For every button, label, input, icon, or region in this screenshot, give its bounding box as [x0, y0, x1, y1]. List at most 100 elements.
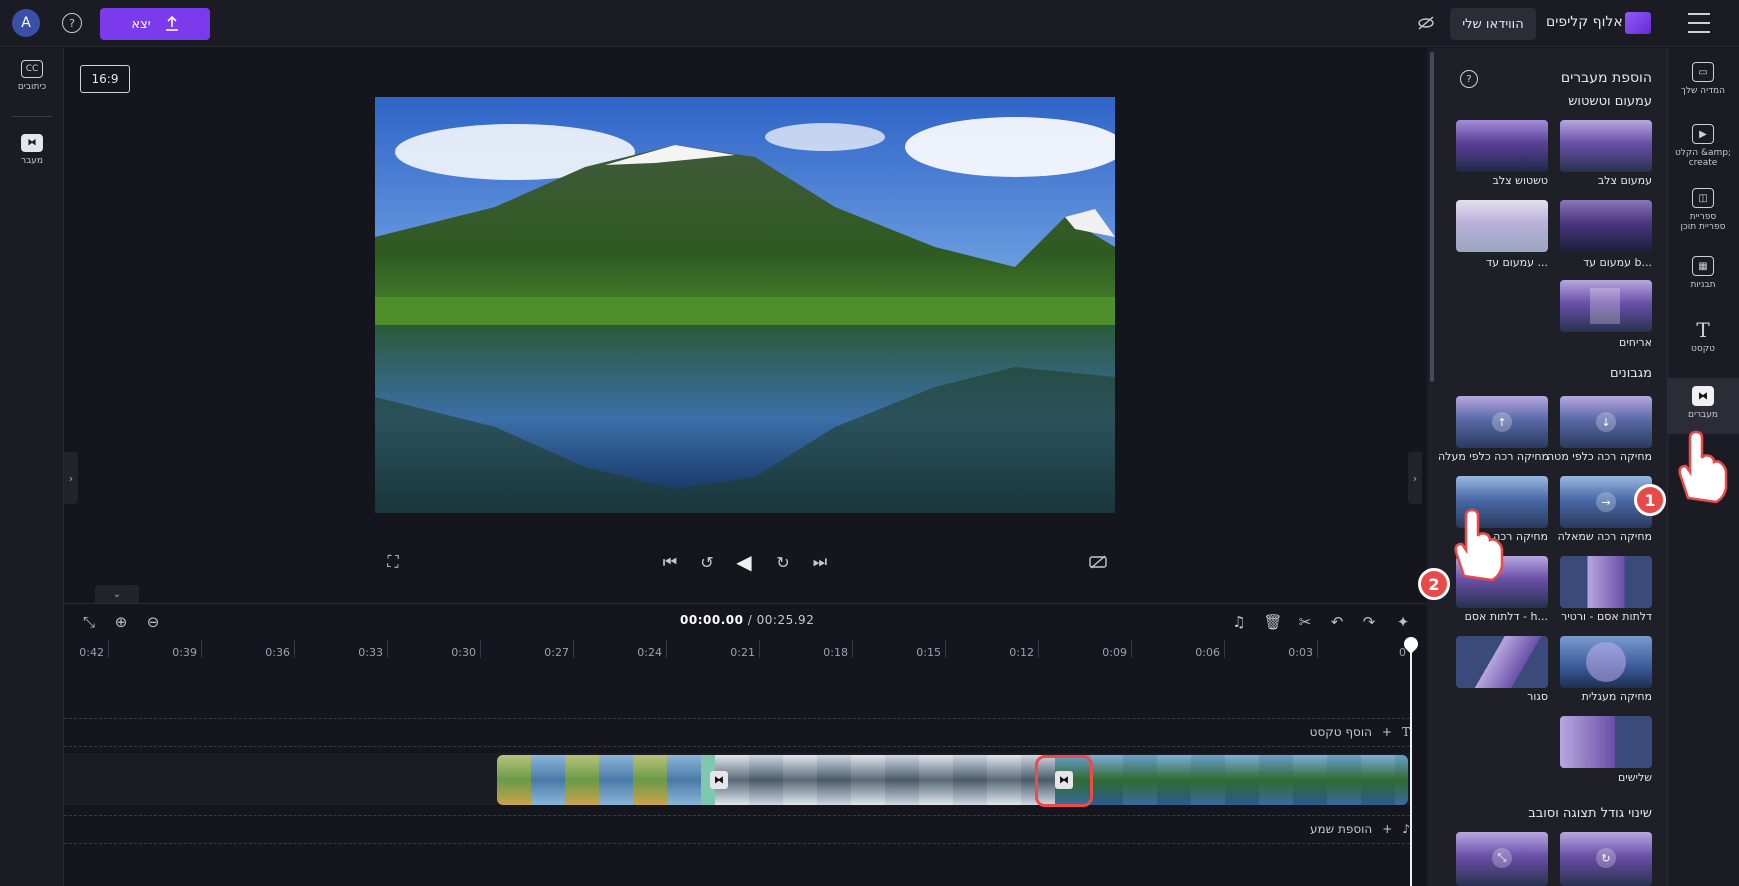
transition-icon: ⧓	[710, 771, 728, 789]
rewind-5s-icon[interactable]: ↺	[694, 549, 720, 575]
tile-label: מחיקה רכה כלפי מטה	[1547, 450, 1652, 463]
rail-item-transitions[interactable]: ⧓ מעברים	[1667, 386, 1739, 420]
captions-button[interactable]: CC כיתובים	[0, 60, 64, 92]
collapse-left-panel-button[interactable]: ›	[64, 452, 78, 504]
music-note-icon: ♪	[1402, 822, 1410, 836]
transition-tile[interactable]	[1456, 636, 1548, 688]
track-divider	[64, 746, 1410, 747]
playhead[interactable]	[1410, 640, 1412, 886]
fullscreen-icon[interactable]: ⛶	[380, 549, 406, 575]
ruler-label: 0:42	[79, 646, 104, 659]
transition-marker[interactable]: ⧓	[708, 755, 730, 805]
my-videos-button[interactable]: הווידאו שלי	[1450, 8, 1536, 40]
audio-track[interactable]: הוספת שמע + ♪	[64, 815, 1410, 843]
transition-tile[interactable]	[1560, 636, 1652, 688]
video-clip[interactable]	[1055, 755, 1408, 805]
video-clip[interactable]	[715, 755, 1055, 805]
transition-tile[interactable]: ↓	[1560, 396, 1652, 448]
ruler-label: 0:33	[358, 646, 383, 659]
video-clips[interactable]	[497, 755, 1408, 805]
collapse-timeline-button[interactable]: ⌄	[95, 585, 139, 603]
tile-label: מחיקה מעגלית	[1581, 690, 1652, 703]
eye-slash-icon[interactable]	[1415, 12, 1437, 34]
skip-to-start-icon[interactable]: ⏮	[657, 549, 683, 575]
ruler-label: 0:12	[1009, 646, 1034, 659]
camera-icon: ▶	[1692, 124, 1714, 144]
ruler-label: 0:36	[265, 646, 290, 659]
transition-icon: ⧓	[1692, 386, 1714, 406]
fit-timeline-icon[interactable]: ⤡	[78, 611, 100, 633]
help-icon[interactable]: ?	[1460, 70, 1478, 88]
rail-item-text[interactable]: T טקסט	[1667, 318, 1739, 354]
play-icon[interactable]: ◀	[731, 549, 757, 575]
transition-button[interactable]: ⧓ מעבר	[0, 134, 64, 166]
ruler-label: 0:39	[172, 646, 197, 659]
arrow-up-icon: ↑	[1492, 412, 1512, 432]
ruler-tick	[573, 640, 574, 658]
add-text-button[interactable]: הוסף טקסט + T	[1310, 718, 1410, 746]
video-preview	[375, 97, 1115, 513]
aspect-ratio-button[interactable]: 16:9	[80, 65, 130, 93]
detach-audio-icon[interactable]: ♫	[1228, 611, 1250, 633]
tile-label: עמעום עד ...	[1486, 256, 1548, 269]
transition-tile[interactable]	[1560, 120, 1652, 172]
add-audio-button[interactable]: הוספת שמע + ♪	[1310, 815, 1410, 843]
ruler-label: 0:09	[1102, 646, 1127, 659]
transition-tile[interactable]	[1456, 120, 1548, 172]
tile-label: טשטוש צלב	[1492, 174, 1548, 187]
rail-item-record[interactable]: ▶ הקלט &amp; create	[1667, 124, 1739, 168]
tile-label: דלתות אסם - ורטיר	[1561, 610, 1652, 623]
skip-to-end-icon[interactable]: ⏭	[807, 549, 833, 575]
ruler-tick	[480, 640, 481, 658]
transition-tile[interactable]	[1560, 200, 1652, 252]
time-readout: 00:00.00 / 00:25.92	[680, 613, 814, 627]
transition-tile[interactable]	[1560, 716, 1652, 768]
hamburger-menu-icon[interactable]	[1688, 13, 1710, 33]
left-rail	[0, 48, 64, 886]
ruler-tick	[1224, 640, 1225, 658]
magic-icon[interactable]: ✦	[1392, 611, 1414, 633]
timeline-ruler[interactable]: 0 0:03 0:06 0:09 0:12 0:15 0:18 0:21 0:24 0:27 0:3…	[64, 640, 1414, 670]
rail-item-my-media[interactable]: ▭ המדיה שלך	[1667, 62, 1739, 96]
ruler-label: 0:15	[916, 646, 941, 659]
ruler-label: 0:21	[730, 646, 755, 659]
transition-tile[interactable]: ↑	[1456, 396, 1548, 448]
rail-item-label: הקלט &amp; create	[1674, 148, 1732, 168]
scissors-icon[interactable]: ✂	[1294, 611, 1316, 633]
video-clip[interactable]	[497, 755, 715, 805]
transition-tile[interactable]: ↻	[1560, 832, 1652, 886]
transition-tile[interactable]	[1456, 200, 1548, 252]
text-track[interactable]: הוסף טקסט + T	[64, 718, 1410, 746]
tile-label: מחיקה רכה כלפי מעלה	[1438, 450, 1548, 463]
tile-label: מחיקה רכה שמאלה	[1557, 530, 1652, 543]
zoom-out-icon[interactable]: ⊖	[142, 611, 164, 633]
arrow-right-icon: →	[1596, 492, 1616, 512]
ruler-tick	[294, 640, 295, 658]
zoom-in-icon[interactable]: ⊕	[110, 611, 132, 633]
transition-tile[interactable]	[1560, 280, 1652, 332]
rail-item-content-library[interactable]: ◫ ספריית ספריית תוכן	[1667, 188, 1739, 232]
transition-tile[interactable]: ⤡	[1456, 832, 1548, 886]
delete-icon[interactable]: 🗑	[1262, 611, 1284, 633]
collapse-right-panel-button[interactable]: ›	[1408, 452, 1422, 504]
ruler-label: 0	[1399, 646, 1406, 659]
pointer-hand-icon	[1678, 430, 1728, 504]
landscape-image	[375, 97, 1115, 513]
pointer-hand-icon	[1454, 508, 1504, 582]
tile-label: דלתות אסם - h...	[1464, 610, 1548, 623]
forward-5s-icon[interactable]: ↻	[770, 549, 796, 575]
zoom-icon: ⤡	[1492, 848, 1512, 868]
undo-icon[interactable]: ↶	[1326, 611, 1348, 633]
avatar[interactable]: A	[12, 9, 40, 37]
ruler-tick	[1131, 640, 1132, 658]
hide-preview-icon[interactable]	[1085, 549, 1111, 575]
arrow-down-icon: ↓	[1596, 412, 1616, 432]
redo-icon[interactable]: ↷	[1358, 611, 1380, 633]
panel-scrollbar[interactable]	[1430, 52, 1434, 382]
rail-item-templates[interactable]: ▦ תבניות	[1667, 256, 1739, 290]
transition-tile[interactable]	[1560, 556, 1652, 608]
add-text-label: הוסף טקסט	[1309, 725, 1372, 739]
help-icon[interactable]: ?	[62, 13, 82, 33]
export-button[interactable]: יצא	[100, 8, 210, 40]
tile-label: שלישים	[1617, 771, 1652, 784]
